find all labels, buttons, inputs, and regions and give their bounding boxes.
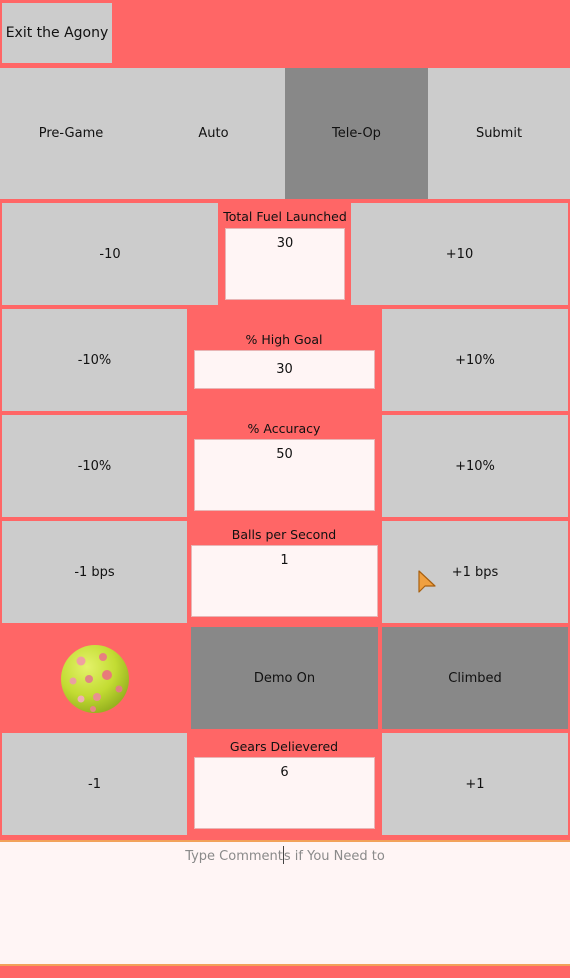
gears-title: Gears Delievered [229,738,339,754]
accuracy-minus-button[interactable]: -10% [2,415,187,517]
high-goal-plus-button[interactable]: +10% [382,309,568,411]
accuracy-title: % Accuracy [247,420,321,436]
gears-minus-button[interactable]: -1 [2,733,187,835]
demo-toggle-button[interactable]: Demo On [191,627,378,729]
exit-button[interactable]: Exit the Agony [2,3,112,63]
high-goal-title: % High Goal [245,331,323,347]
fuel-value-field[interactable]: 30 [225,228,345,300]
high-goal-value-field[interactable]: 30 [194,350,375,389]
comments-placeholder: Type Comments if You Need to [185,846,385,964]
comments-textarea[interactable]: Type Comments if You Need to [0,840,570,966]
wiffle-ball-icon[interactable] [59,643,131,715]
bps-value-field[interactable]: 1 [191,545,378,617]
bps-minus-button[interactable]: -1 bps [2,521,187,623]
tab-auto[interactable]: Auto [142,68,285,199]
mouse-cursor-icon [418,570,438,596]
gears-plus-button[interactable]: +1 [382,733,568,835]
accuracy-value-field[interactable]: 50 [194,439,375,511]
tab-submit[interactable]: Submit [428,68,570,199]
tab-tele-op[interactable]: Tele-Op [285,68,428,199]
tab-pre-game[interactable]: Pre-Game [0,68,142,199]
climbed-toggle-button[interactable]: Climbed [382,627,568,729]
gears-value-field[interactable]: 6 [194,757,375,829]
bps-title: Balls per Second [231,526,337,542]
cursor-svg [418,570,436,593]
fuel-minus-button[interactable]: -10 [2,203,218,305]
wiffle-ball-svg [61,645,129,713]
accuracy-plus-button[interactable]: +10% [382,415,568,517]
fuel-title: Total Fuel Launched [223,208,347,224]
bps-plus-button[interactable]: +1 bps [382,521,568,623]
high-goal-minus-button[interactable]: -10% [2,309,187,411]
fuel-plus-button[interactable]: +10 [351,203,568,305]
